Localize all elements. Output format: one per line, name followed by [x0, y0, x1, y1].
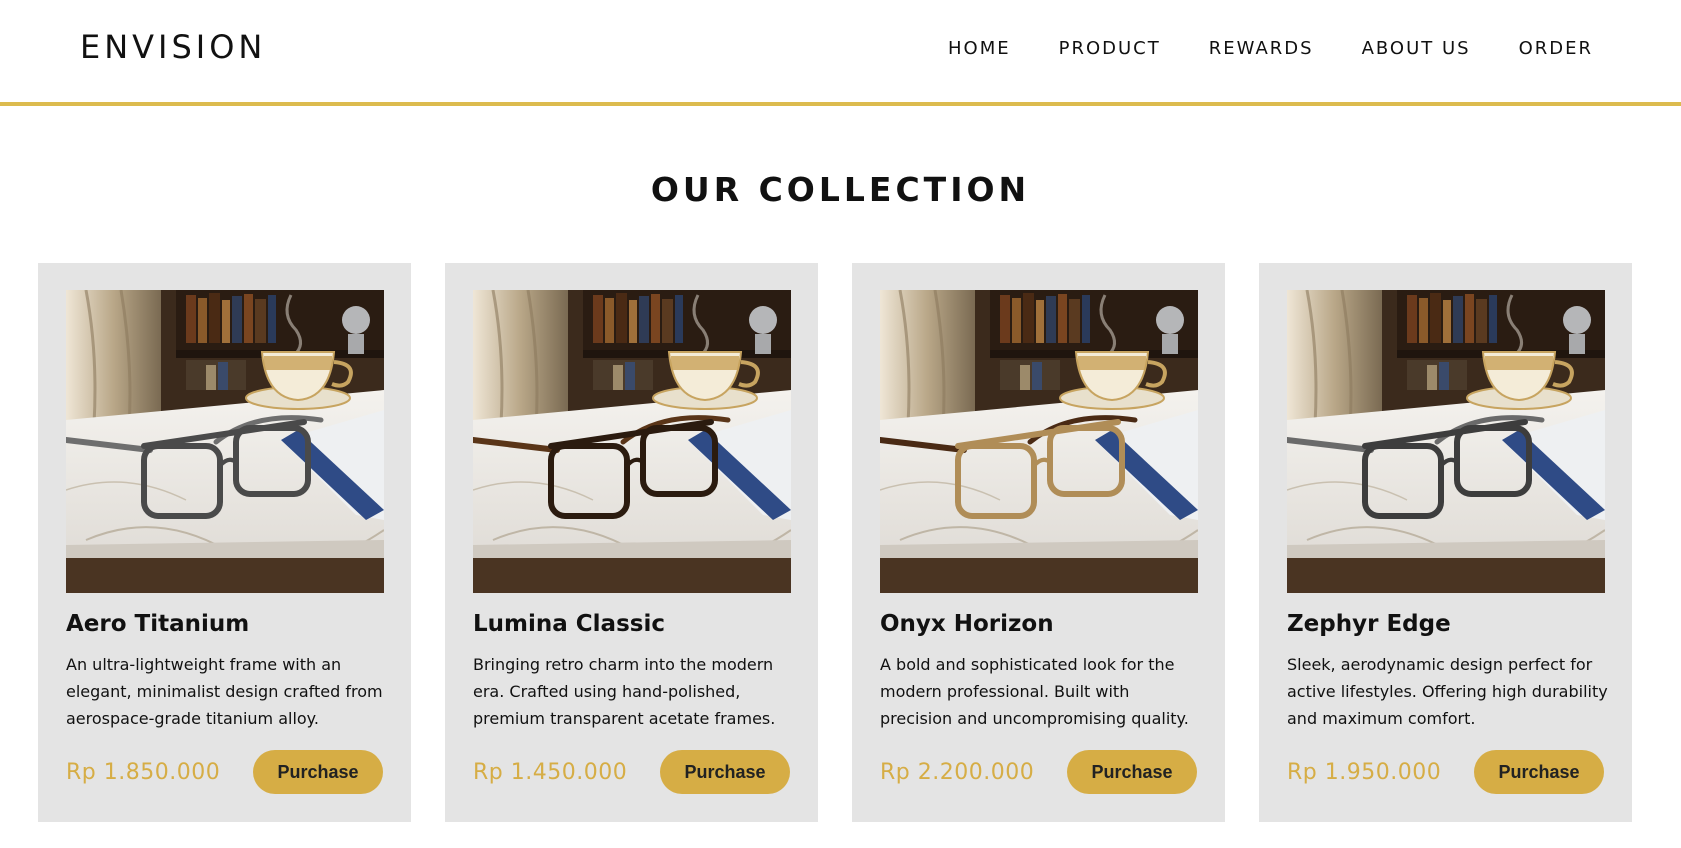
purchase-button[interactable]: Purchase — [1474, 750, 1604, 794]
nav-order[interactable]: ORDER — [1519, 38, 1593, 59]
brand-logo[interactable]: ENVISION — [80, 28, 266, 66]
product-description: A bold and sophisticated look for the mo… — [880, 655, 1189, 728]
product-name: Lumina Classic — [473, 611, 665, 637]
nav-about-us[interactable]: ABOUT US — [1362, 38, 1471, 59]
product-grid: Aero Titanium An ultra-lightweight frame… — [38, 263, 1632, 822]
product-price: Rp 1.950.000 — [1287, 760, 1442, 785]
product-name: Zephyr Edge — [1287, 611, 1451, 637]
nav-product[interactable]: PRODUCT — [1059, 38, 1161, 59]
product-card: Zephyr Edge Sleek, aerodynamic design pe… — [1259, 263, 1632, 822]
product-card: Lumina Classic Bringing retro charm into… — [445, 263, 818, 822]
product-card: Aero Titanium An ultra-lightweight frame… — [38, 263, 411, 822]
product-image — [1287, 290, 1605, 593]
nav-rewards[interactable]: REWARDS — [1209, 38, 1314, 59]
main-nav: HOME PRODUCT REWARDS ABOUT US ORDER — [948, 38, 1593, 59]
product-description: An ultra-lightweight frame with an elega… — [66, 655, 383, 728]
product-price: Rp 2.200.000 — [880, 760, 1035, 785]
purchase-button[interactable]: Purchase — [660, 750, 790, 794]
section-title: OUR COLLECTION — [650, 170, 1031, 209]
product-description: Sleek, aerodynamic design perfect for ac… — [1287, 655, 1608, 728]
purchase-button[interactable]: Purchase — [253, 750, 383, 794]
purchase-button[interactable]: Purchase — [1067, 750, 1197, 794]
product-image — [880, 290, 1198, 593]
nav-home[interactable]: HOME — [948, 38, 1011, 59]
product-price: Rp 1.450.000 — [473, 760, 628, 785]
product-image — [473, 290, 791, 593]
product-name: Aero Titanium — [66, 611, 250, 637]
product-name: Onyx Horizon — [880, 611, 1054, 637]
product-price: Rp 1.850.000 — [66, 760, 221, 785]
product-description: Bringing retro charm into the modern era… — [473, 655, 776, 728]
product-image — [66, 290, 384, 593]
site-header: ENVISION HOME PRODUCT REWARDS ABOUT US O… — [0, 0, 1681, 106]
product-card: Onyx Horizon A bold and sophisticated lo… — [852, 263, 1225, 822]
